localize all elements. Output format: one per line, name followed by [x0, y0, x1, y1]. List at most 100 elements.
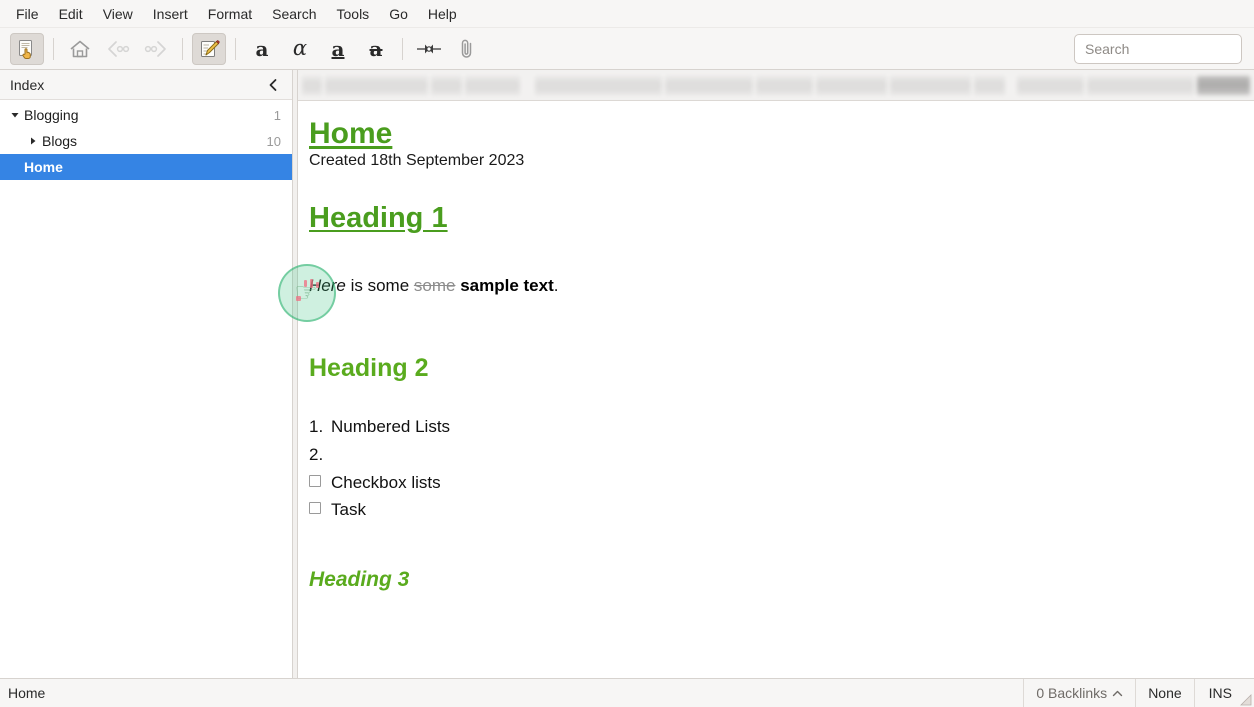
page-created-date: Created 18th September 2023: [309, 152, 1254, 170]
tree-item-label: Blogs: [42, 133, 267, 149]
toolbar-separator: [235, 38, 236, 60]
tree-item-count: 10: [267, 134, 281, 149]
list-marker: 2.: [309, 441, 331, 469]
pathbar-chip[interactable]: [890, 76, 971, 95]
page-hand-icon: [16, 38, 38, 60]
paragraph-strikethrough-text: some: [414, 276, 456, 295]
menu-view[interactable]: View: [93, 3, 143, 25]
tree-item-label: Home: [24, 159, 281, 175]
status-page-name: Home: [0, 685, 1023, 701]
mixed-list[interactable]: 1. Numbered Lists 2. Checkbox lists Task: [309, 413, 1254, 524]
collapse-sidebar-button[interactable]: [264, 76, 282, 94]
pathbar-chip[interactable]: [431, 76, 462, 95]
pathbar-chip[interactable]: [302, 76, 322, 95]
pathbar-chip-active[interactable]: [1197, 76, 1250, 95]
chevron-up-icon: [1112, 689, 1123, 698]
chevron-left-icon: [267, 78, 279, 92]
triangle-right-icon[interactable]: [24, 136, 42, 146]
toolbar-separator: [53, 38, 54, 60]
tree-item-label: Blogging: [24, 107, 274, 123]
list-item-label: Checkbox lists: [331, 469, 441, 497]
strikethrough-button[interactable]: a: [359, 33, 393, 65]
menu-edit[interactable]: Edit: [49, 3, 93, 25]
insert-mode-label: INS: [1209, 685, 1232, 701]
resize-grip[interactable]: [1238, 692, 1252, 706]
index-sidebar: Index Blogging 1: [0, 70, 293, 678]
menu-help[interactable]: Help: [418, 3, 467, 25]
list-item[interactable]: Task: [309, 496, 1254, 524]
list-item[interactable]: 2.: [309, 441, 1254, 469]
italic-button[interactable]: α: [283, 33, 317, 65]
menu-bar: File Edit View Insert Format Search Tool…: [0, 0, 1254, 28]
insert-link-button[interactable]: [412, 33, 446, 65]
main-body: Index Blogging 1: [0, 70, 1254, 678]
toolbar: a α a a: [0, 28, 1254, 70]
forward-icon: [143, 39, 169, 59]
paragraph-plain-text: is some: [346, 276, 414, 295]
back-icon: [105, 39, 131, 59]
pathbar-chip[interactable]: [1017, 76, 1085, 95]
page-editor[interactable]: Home Created 18th September 2023 Heading…: [298, 101, 1254, 678]
link-icon: [415, 40, 443, 58]
search-box[interactable]: [1074, 34, 1242, 64]
page-title: Home: [309, 117, 1254, 151]
checkbox-icon[interactable]: [309, 502, 321, 514]
home-button[interactable]: [63, 33, 97, 65]
template-label: None: [1148, 685, 1181, 701]
menu-go[interactable]: Go: [379, 3, 418, 25]
strikethrough-icon: a: [370, 39, 383, 59]
tree-item-blogging[interactable]: Blogging 1: [0, 102, 292, 128]
list-marker: 1.: [309, 413, 331, 441]
page-pencil-icon: [198, 38, 220, 60]
pathbar-chip[interactable]: [325, 76, 428, 95]
pathbar-chip[interactable]: [816, 76, 888, 95]
backlinks-label: 0 Backlinks: [1036, 685, 1107, 701]
menu-tools[interactable]: Tools: [327, 3, 380, 25]
page-view: Home Created 18th September 2023 Heading…: [298, 70, 1254, 678]
toolbar-separator: [402, 38, 403, 60]
toggle-editable-button[interactable]: [10, 33, 44, 65]
list-item-label: Numbered Lists: [331, 413, 450, 441]
heading-2: Heading 2: [309, 354, 1254, 383]
tree-item-count: 1: [274, 108, 281, 123]
edit-page-button[interactable]: [192, 33, 226, 65]
menu-search[interactable]: Search: [262, 3, 326, 25]
list-item[interactable]: Checkbox lists: [309, 469, 1254, 497]
tree-item-home[interactable]: Home: [0, 154, 292, 180]
search-input[interactable]: [1083, 40, 1254, 58]
template-status[interactable]: None: [1135, 679, 1193, 707]
pathbar-gap: [523, 76, 532, 95]
pathbar-gap: [1008, 76, 1014, 95]
go-forward-button[interactable]: [139, 33, 173, 65]
pathbar-chip[interactable]: [465, 76, 520, 95]
underline-button[interactable]: a: [321, 33, 355, 65]
pathbar-chip[interactable]: [535, 76, 662, 95]
list-item-label: Task: [331, 496, 366, 524]
menu-insert[interactable]: Insert: [143, 3, 198, 25]
pathbar-chip[interactable]: [665, 76, 753, 95]
bold-button[interactable]: a: [245, 33, 279, 65]
checkbox-icon[interactable]: [309, 475, 321, 487]
backlinks-button[interactable]: 0 Backlinks: [1023, 679, 1135, 707]
heading-3: Heading 3: [309, 568, 1254, 592]
menu-file[interactable]: File: [6, 3, 49, 25]
tree-item-blogs[interactable]: Blogs 10: [0, 128, 292, 154]
path-bar[interactable]: [298, 70, 1254, 101]
list-item[interactable]: 1. Numbered Lists: [309, 413, 1254, 441]
status-bar: Home 0 Backlinks None INS: [0, 678, 1254, 707]
italic-icon: α: [293, 38, 307, 59]
attachment-button[interactable]: [450, 33, 484, 65]
zim-window: File Edit View Insert Format Search Tool…: [0, 0, 1254, 707]
pathbar-chip[interactable]: [974, 76, 1005, 95]
attachment-icon: [458, 37, 476, 61]
paragraph-period: .: [554, 276, 559, 295]
pathbar-chip[interactable]: [756, 76, 813, 95]
pathbar-chip[interactable]: [1087, 76, 1193, 95]
triangle-down-icon[interactable]: [6, 110, 24, 120]
underline-icon: a: [332, 39, 345, 59]
go-back-button[interactable]: [101, 33, 135, 65]
sidebar-header: Index: [0, 70, 292, 100]
page-index-tree[interactable]: Blogging 1 Blogs 10 Home: [0, 100, 292, 678]
menu-format[interactable]: Format: [198, 3, 262, 25]
sample-paragraph[interactable]: Here is some some sample text.: [309, 275, 1254, 298]
